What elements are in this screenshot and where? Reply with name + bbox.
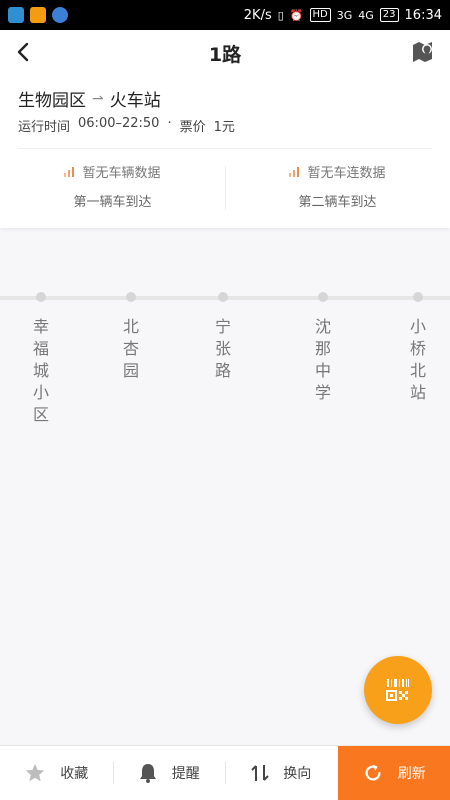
stop-name: 沈那中学 xyxy=(314,317,331,402)
alarm-icon: ⏰ xyxy=(289,8,304,22)
vehicle-label: 第二辆车到达 xyxy=(298,195,377,210)
vehicle-status: 暂无车辆数据 xyxy=(0,162,225,181)
scan-code-button[interactable] xyxy=(364,656,432,724)
vehicle-status-text: 暂无车辆数据 xyxy=(82,166,161,181)
stop-item[interactable]: 幸福城小区 xyxy=(21,292,61,426)
stop-name: 幸福城小区 xyxy=(32,317,49,424)
hours-label: 运行时间 xyxy=(18,120,71,135)
route-info-card: 生物园区 ⇀ 火车站 运行时间 06:00–22:50 · 票价 1元 暂无车辆… xyxy=(0,74,450,228)
vehicle-status-text: 暂无车连数据 xyxy=(307,166,386,181)
swap-icon xyxy=(251,765,269,781)
network-speed: 2K/s xyxy=(243,7,272,23)
system-status: 2K/s ▯ ⏰ HD 3G 4G 23 16:34 xyxy=(244,8,442,23)
stop-item[interactable]: 沈那中学 xyxy=(303,292,343,404)
notification-icons xyxy=(8,7,68,23)
signal-icon xyxy=(289,166,300,177)
refresh-button[interactable]: 刷新 xyxy=(337,746,450,800)
stop-dot xyxy=(126,292,136,302)
stop-dot xyxy=(318,292,328,302)
vehicle-status: 暂无车连数据 xyxy=(225,162,450,181)
vehicle-arrivals: 暂无车辆数据 第一辆车到达 暂无车连数据 第二辆车到达 xyxy=(0,162,450,214)
refresh-label: 刷新 xyxy=(397,766,426,782)
divider xyxy=(18,148,432,149)
favorite-label: 收藏 xyxy=(60,766,89,782)
vehicle-first: 暂无车辆数据 第一辆车到达 xyxy=(0,162,225,214)
status-bar: 2K/s ▯ ⏰ HD 3G 4G 23 16:34 xyxy=(0,0,450,30)
bottom-toolbar: 收藏 提醒 换向 刷新 xyxy=(0,745,450,800)
remind-button[interactable]: 提醒 xyxy=(112,746,226,800)
route-meta: 运行时间 06:00–22:50 · 票价 1元 xyxy=(18,116,235,135)
vibrate-icon: ▯ xyxy=(277,8,284,22)
app-header: 1路 xyxy=(0,30,450,74)
stop-name: 小桥北站 xyxy=(409,317,426,402)
signal-3g-label: 3G xyxy=(336,8,353,22)
stop-name: 宁张路 xyxy=(214,317,231,380)
direction-arrow-icon: ⇀ xyxy=(92,90,104,107)
route-endpoints: 生物园区 ⇀ 火车站 xyxy=(18,86,161,112)
fare-value: 1元 xyxy=(213,120,235,135)
reverse-label: 换向 xyxy=(283,766,312,782)
signal-icon xyxy=(64,166,75,177)
stop-name: 北杏园 xyxy=(122,317,139,380)
vehicle-second: 暂无车连数据 第二辆车到达 xyxy=(225,162,450,214)
stop-item[interactable]: 小桥北站 xyxy=(398,292,438,404)
remind-label: 提醒 xyxy=(171,766,200,782)
page-title: 1路 xyxy=(208,44,242,66)
reverse-button[interactable]: 换向 xyxy=(225,746,338,800)
app-notification-icon xyxy=(8,7,24,23)
favorite-button[interactable]: 收藏 xyxy=(0,746,113,800)
hours-value: 06:00–22:50 xyxy=(78,116,160,131)
refresh-icon xyxy=(365,764,381,781)
bell-icon xyxy=(139,764,156,783)
map-pin-icon xyxy=(413,42,432,62)
stop-item[interactable]: 北杏园 xyxy=(111,292,151,382)
fare-label: 票价 xyxy=(179,120,206,135)
app-notification-icon xyxy=(52,7,68,23)
route-from: 生物园区 xyxy=(18,91,86,111)
stop-dot xyxy=(413,292,423,302)
map-button[interactable] xyxy=(410,39,436,65)
qr-scan-icon xyxy=(386,679,409,701)
stop-dot xyxy=(36,292,46,302)
app-notification-icon xyxy=(30,7,46,23)
battery-icon: 23 xyxy=(379,8,399,22)
stop-item[interactable]: 宁张路 xyxy=(203,292,243,382)
clock: 16:34 xyxy=(404,7,442,23)
signal-4g-label: 4G xyxy=(358,8,374,22)
route-to: 火车站 xyxy=(109,91,161,111)
meta-separator: · xyxy=(167,116,172,131)
star-icon xyxy=(26,763,45,782)
vehicle-label: 第一辆车到达 xyxy=(73,195,152,210)
stop-dot xyxy=(218,292,228,302)
hd-badge: HD xyxy=(309,8,331,22)
